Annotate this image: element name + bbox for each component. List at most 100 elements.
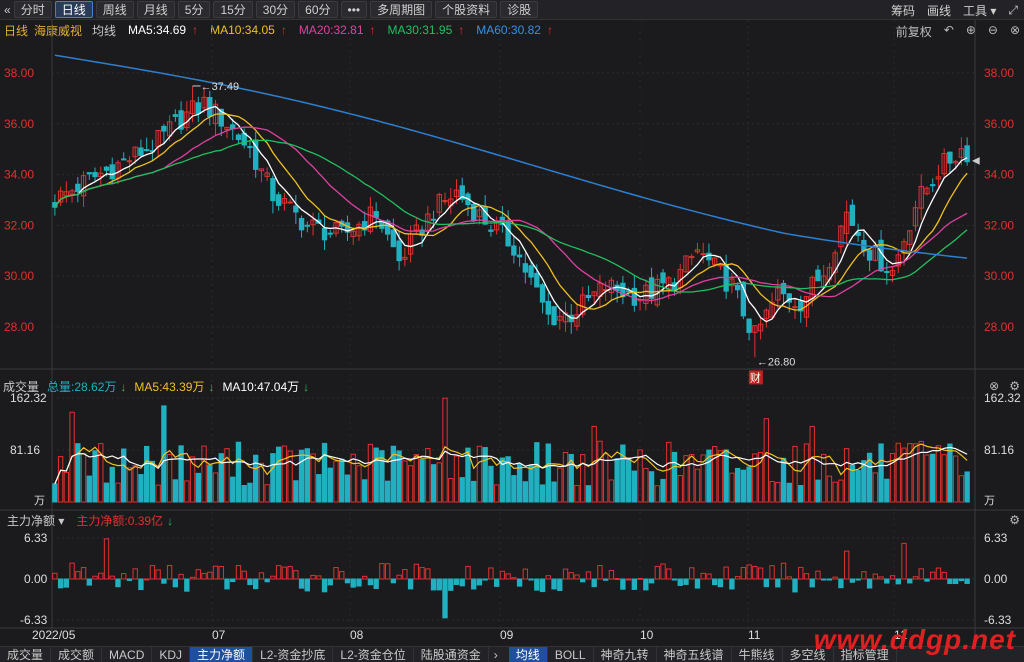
volume-bar — [293, 480, 299, 503]
volume-bar — [339, 458, 345, 503]
capital-bar — [453, 578, 460, 585]
capital-bar — [298, 578, 305, 589]
capital-bar — [132, 568, 138, 580]
settings-icon[interactable]: ⚙ — [1009, 379, 1020, 393]
chevron-left-icon[interactable]: « — [4, 3, 11, 17]
tools-button[interactable]: 工具 ▾ — [963, 2, 996, 19]
volume-bar — [149, 460, 156, 503]
capital-bar — [253, 578, 259, 590]
kline-chart[interactable]: 38.00 38.00 36.00 36.00 34.00 34.00 32.00 32.00… — [0, 20, 1024, 646]
chip-button[interactable]: 筹码 — [891, 2, 915, 19]
candle-body — [270, 178, 276, 202]
volume-bar — [430, 464, 437, 503]
toolbar-button[interactable]: ••• — [340, 1, 368, 18]
volume-bar — [855, 470, 861, 503]
volume-title[interactable]: 成交量 — [3, 378, 39, 395]
toolbar-button[interactable]: 5分 — [177, 1, 211, 18]
indicator-tab[interactable]: 成交量 — [0, 647, 52, 662]
volume-bar — [264, 484, 270, 503]
volume-bar — [631, 470, 638, 503]
volume-bar — [275, 446, 282, 503]
volume-bar — [247, 482, 253, 503]
volume-bar — [821, 453, 827, 503]
volume-bar — [367, 443, 374, 503]
overlay-tab[interactable]: 均线 — [508, 647, 548, 662]
close-icon[interactable]: ⊗ — [989, 379, 999, 393]
candle-body — [327, 232, 333, 235]
volume-bar — [746, 466, 752, 503]
price-tick-label: 36.00 — [984, 117, 1014, 131]
volume-bar — [832, 481, 838, 503]
volume-unit: 万 — [34, 495, 45, 507]
toolbar-button[interactable]: 30分 — [255, 1, 296, 18]
toolbar-button[interactable]: 个股资料 — [435, 1, 498, 18]
capital-header: 主力净额 ▾ 主力净额:0.39亿 ↓ ⚙ — [0, 512, 1024, 528]
volume-bar — [602, 453, 609, 503]
candle-body — [287, 201, 293, 204]
volume-bar — [344, 474, 351, 503]
indicator-tab[interactable]: 成交额 — [51, 647, 103, 662]
settings-icon[interactable]: ⚙ — [1009, 513, 1020, 527]
capital-tick-label: 0.00 — [984, 572, 1008, 586]
toolbar-button[interactable]: 15分 — [213, 1, 253, 18]
capital-bar — [161, 578, 167, 584]
expand-icon[interactable]: ⤢ — [1008, 3, 1018, 18]
overlay-tab[interactable]: 神奇九转 — [594, 647, 657, 662]
capital-bar — [878, 576, 884, 580]
indicator-tab[interactable]: MACD — [102, 647, 153, 662]
overlay-tab[interactable]: 牛熊线 — [732, 647, 783, 662]
candle-body — [947, 151, 953, 164]
toolbar-button[interactable]: 60分 — [298, 1, 338, 18]
capital-bar — [597, 564, 603, 580]
capital-bar — [155, 569, 161, 580]
chevron-right-icon[interactable]: › — [489, 648, 503, 662]
indicator-tab[interactable]: L2-资金仓位 — [333, 647, 414, 662]
ma30-line — [54, 139, 968, 293]
candle-body — [815, 269, 821, 282]
toolbar-button[interactable]: 月线 — [136, 1, 175, 18]
capital-bar — [115, 578, 121, 588]
volume-bar — [580, 454, 586, 503]
capital-bar — [287, 565, 293, 580]
volume-bar — [729, 472, 735, 503]
overlay-tab[interactable]: 神奇五线谱 — [657, 647, 732, 662]
candle-body — [746, 318, 752, 333]
capital-bar — [138, 578, 144, 591]
capital-bar — [166, 565, 173, 580]
candle-body — [293, 205, 299, 213]
candle-body — [92, 171, 98, 178]
capital-bar — [511, 577, 517, 580]
volume-bar — [516, 463, 523, 503]
toolbar-button[interactable]: 周线 — [95, 1, 134, 18]
indicator-tab[interactable]: L2-资金抄底 — [253, 647, 334, 662]
volume-bar — [63, 472, 70, 503]
volume-bar — [298, 449, 305, 503]
volume-bar — [660, 478, 666, 503]
capital-bar — [57, 578, 64, 589]
toolbar-button[interactable]: 诊股 — [500, 1, 539, 18]
volume-bar — [734, 467, 741, 503]
toolbar-button[interactable]: 日线 — [54, 1, 93, 18]
indicator-tab[interactable]: 陆股通资金 — [414, 647, 489, 662]
capital-bar — [769, 565, 775, 580]
candle-body — [700, 253, 706, 256]
volume-bar — [184, 480, 190, 503]
capital-bar — [545, 575, 551, 580]
volume-bar — [166, 454, 173, 503]
candle-body — [717, 264, 724, 267]
indicator-tab[interactable]: KDJ — [152, 647, 191, 662]
draw-line-button[interactable]: 画线 — [927, 2, 951, 19]
capital-bar — [815, 570, 821, 580]
overlay-tab[interactable]: BOLL — [548, 647, 594, 662]
candle-body — [551, 306, 557, 326]
capital-bar — [872, 573, 879, 580]
toolbar-button[interactable]: 分时 — [13, 1, 52, 18]
volume-bar — [798, 485, 804, 503]
volume-bar — [327, 467, 333, 503]
toolbar-button[interactable]: 多周期图 — [370, 1, 433, 18]
indicator-tab[interactable]: 主力净额 — [190, 647, 254, 662]
capital-title[interactable]: 主力净额 ▾ — [3, 512, 64, 529]
volume-bar — [86, 475, 92, 503]
capital-bar — [803, 573, 810, 580]
price-tick-label: 30.00 — [4, 269, 34, 283]
